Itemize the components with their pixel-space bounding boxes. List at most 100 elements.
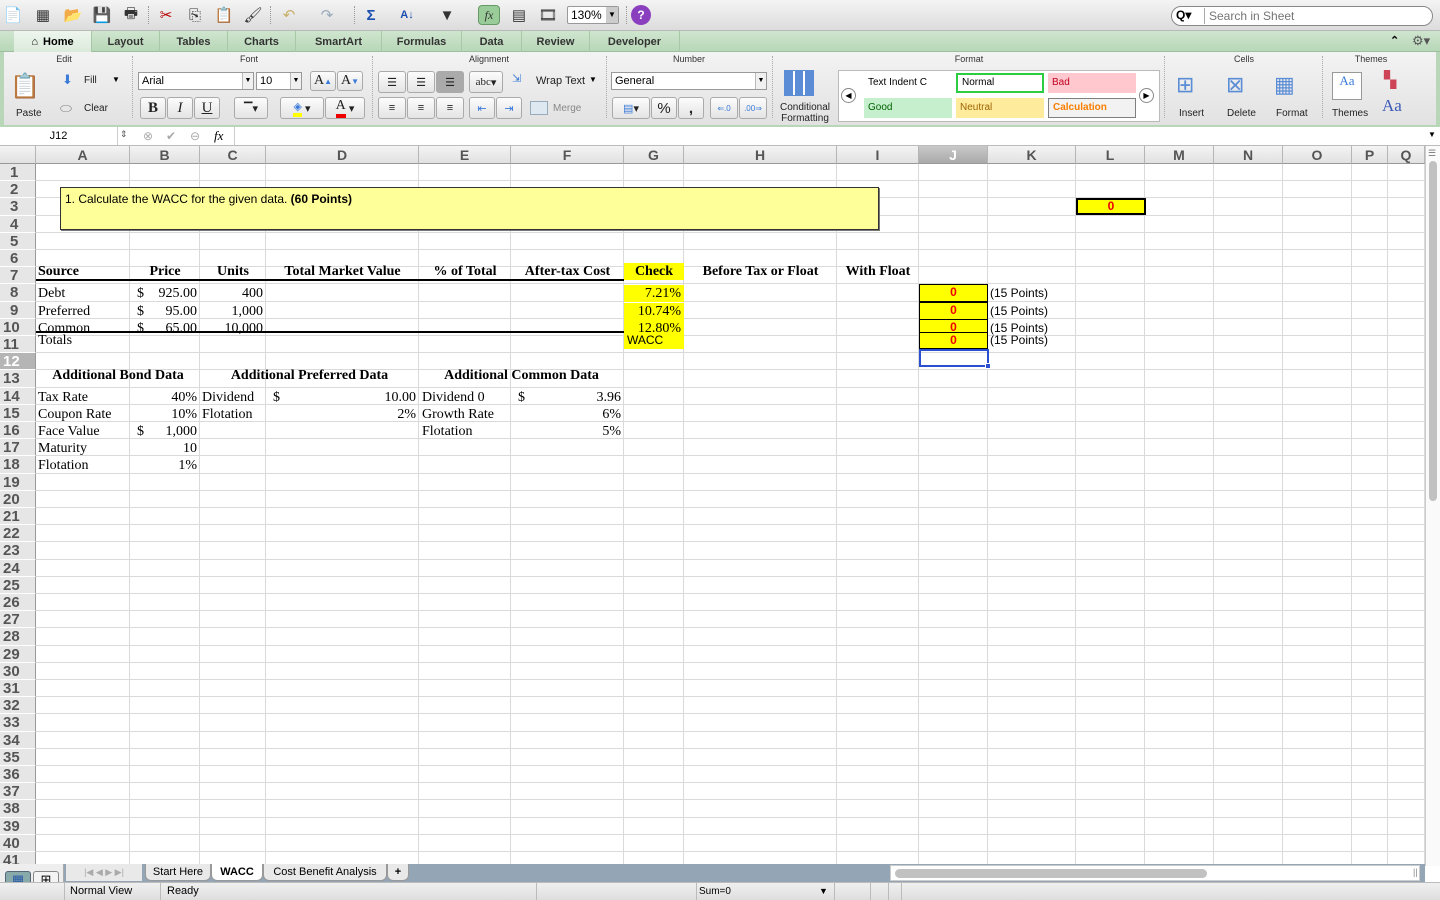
style-neutral[interactable]: Neutral [956, 98, 1044, 118]
bond-value[interactable]: 10 [150, 440, 200, 457]
column-header-k[interactable]: K [988, 146, 1076, 164]
style-bad[interactable]: Bad [1048, 73, 1136, 93]
row-header-40[interactable]: 40 [0, 834, 36, 852]
fill-color-button[interactable]: ◈ ▾ [280, 97, 324, 119]
add-sheet-button[interactable]: + [387, 864, 409, 881]
column-header-a[interactable]: A [36, 146, 130, 164]
enter-icon[interactable]: ✔ [166, 129, 176, 143]
row-header-32[interactable]: 32 [0, 697, 36, 715]
row-header-22[interactable]: 22 [0, 525, 36, 543]
price-currency-symbol[interactable]: $ [137, 320, 151, 337]
row-header-24[interactable]: 24 [0, 559, 36, 577]
column-header-g[interactable]: G [624, 146, 684, 164]
sort-icon[interactable]: A↓ [396, 5, 418, 25]
tab-formulas[interactable]: Formulas [382, 31, 462, 52]
column-header-m[interactable]: M [1145, 146, 1214, 164]
expand-formula-bar-icon[interactable]: ▼ [1428, 130, 1436, 139]
search-icon[interactable]: Q▾ [1176, 8, 1191, 22]
vertical-scroll-thumb[interactable] [1429, 161, 1437, 501]
themes-icon[interactable]: Aa [1332, 72, 1362, 100]
sum-dropdown[interactable]: Sum=0 ▼ [696, 883, 834, 900]
totals-label[interactable]: Totals [38, 332, 128, 349]
tab-home[interactable]: ⌂ Home [14, 31, 92, 52]
style-normal[interactable]: Normal [956, 73, 1044, 93]
row-header-17[interactable]: 17 [0, 439, 36, 457]
row-header-4[interactable]: 4 [0, 215, 36, 233]
header-total-market-value[interactable]: Total Market Value [266, 263, 419, 280]
score-total-cell[interactable]: 0 [1076, 198, 1146, 215]
orientation-button[interactable]: abc ▾ [469, 71, 503, 93]
row-header-28[interactable]: 28 [0, 628, 36, 646]
increase-decimal-button[interactable]: ⇐.0 [710, 97, 738, 119]
italic-button[interactable]: I [167, 97, 193, 119]
number-format-select[interactable]: General ▼ [611, 72, 767, 90]
row-header-7[interactable]: 7 [0, 267, 36, 285]
align-top-button[interactable]: ☰ [378, 71, 406, 93]
tab-developer[interactable]: Developer [590, 31, 680, 52]
chevron-down-icon[interactable]: ▼ [112, 75, 120, 84]
row-header-11[interactable]: 11 [0, 336, 36, 354]
tab-data[interactable]: Data [462, 31, 522, 52]
common-value[interactable]: 3.96 [530, 389, 624, 406]
common-label[interactable]: Growth Rate [422, 406, 512, 423]
underline-button[interactable]: U [194, 97, 220, 119]
header-with-float[interactable]: With Float [837, 263, 919, 280]
row-header-36[interactable]: 36 [0, 766, 36, 784]
bond-label[interactable]: Tax Rate [38, 389, 130, 406]
row-header-34[interactable]: 34 [0, 731, 36, 749]
clear-button[interactable]: Clear [84, 103, 108, 114]
row-header-13[interactable]: 13 [0, 370, 36, 388]
header-percent-of-total[interactable]: % of Total [419, 263, 511, 280]
style-text-indent[interactable]: Text Indent C [864, 73, 952, 93]
tab-charts[interactable]: Charts [228, 31, 296, 52]
vertical-scrollbar[interactable]: ☰ [1425, 146, 1440, 866]
row-header-10[interactable]: 10 [0, 318, 36, 336]
row-header-2[interactable]: 2 [0, 181, 36, 199]
row-header-1[interactable]: 1 [0, 164, 36, 182]
common-label[interactable]: Flotation [422, 423, 512, 440]
bond-label[interactable]: Maturity [38, 440, 130, 457]
header-check[interactable]: Check [624, 263, 684, 280]
sheet-tab-cost-benefit-analysis[interactable]: Cost Benefit Analysis [263, 864, 387, 881]
preferred-currency-symbol[interactable] [273, 406, 287, 423]
format-cells-icon[interactable]: ▦ [1274, 72, 1295, 98]
row-header-19[interactable]: 19 [0, 473, 36, 491]
conditional-formatting-icon[interactable] [784, 70, 814, 96]
units-cell[interactable]: 1,000 [200, 303, 266, 320]
autosum-icon[interactable]: Σ [360, 5, 382, 25]
header-units[interactable]: Units [200, 263, 266, 280]
row-header-12[interactable]: 12 [0, 353, 36, 371]
insert-cells-icon[interactable]: ⊞ [1176, 72, 1194, 98]
delete-button[interactable]: Delete [1227, 108, 1256, 119]
bond-label[interactable]: Coupon Rate [38, 406, 130, 423]
fill-button[interactable]: Fill [84, 75, 97, 86]
theme-fonts-button[interactable]: Aa [1382, 96, 1402, 116]
gear-icon[interactable]: ⚙▾ [1412, 33, 1430, 49]
conditional-formatting-button[interactable]: Conditional Formatting [776, 102, 834, 124]
themes-button[interactable]: Themes [1332, 108, 1368, 119]
collapse-ribbon-icon[interactable]: ⌃ [1390, 34, 1399, 47]
copy-icon[interactable]: ⎘ [184, 5, 206, 25]
bond-value[interactable]: 1,000 [150, 423, 200, 440]
theme-colors-icon[interactable]: ▚ [1384, 70, 1396, 90]
bond-currency-symbol[interactable]: $ [137, 423, 151, 440]
spreadsheet-grid[interactable]: ABCDEFGHIJKLMNOPQ 1 2 3 4 5 6 7 8 9 10 11 12 13 14 15 1… [0, 146, 1425, 866]
score-cell[interactable]: 0 [919, 301, 988, 320]
decrease-font-size-button[interactable]: A ▼ [337, 71, 363, 91]
column-header-l[interactable]: L [1076, 146, 1145, 164]
row-header-25[interactable]: 25 [0, 576, 36, 594]
price-cell[interactable]: 95.00 [150, 303, 200, 320]
gallery-next-icon[interactable]: ▶ [1139, 88, 1154, 103]
bond-currency-symbol[interactable] [137, 389, 151, 406]
new-icon[interactable]: 📄 [2, 5, 24, 25]
column-header-e[interactable]: E [419, 146, 511, 164]
preferred-data-title[interactable]: Additional Preferred Data [200, 367, 419, 384]
preferred-label[interactable]: Flotation [202, 406, 266, 423]
score-cell[interactable]: 0 [919, 284, 988, 303]
common-value[interactable]: 5% [530, 423, 624, 440]
common-label[interactable]: Dividend 0 [422, 389, 512, 406]
price-currency-symbol[interactable]: $ [137, 285, 151, 302]
horizontal-scroll-thumb[interactable] [895, 869, 1207, 878]
search-input[interactable] [1204, 8, 1428, 24]
row-header-18[interactable]: 18 [0, 456, 36, 474]
